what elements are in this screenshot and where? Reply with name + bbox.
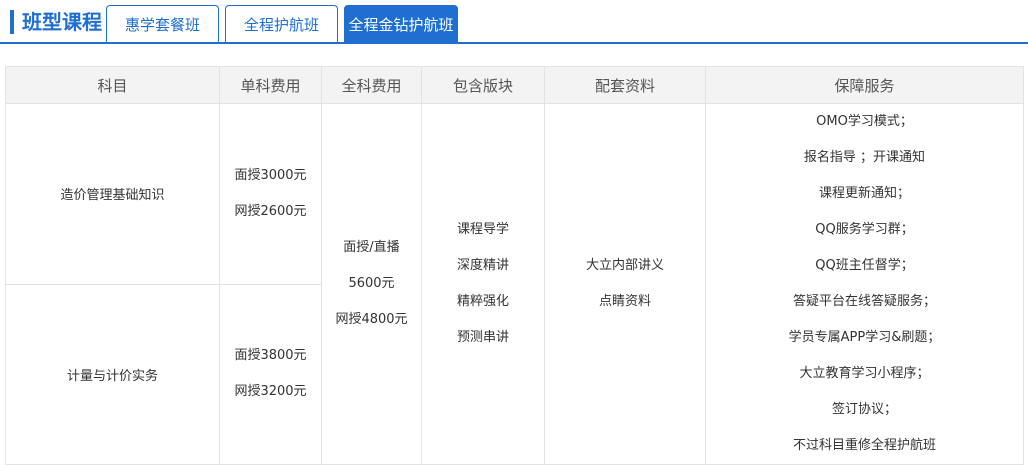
module-item: 课程导学 bbox=[456, 222, 509, 237]
services-cell: OMO学习模式； 报名指导 ；开课通知 课程更新通知； QQ服务学习群； QQ班… bbox=[705, 103, 1024, 465]
col-header-all-fee: 全科费用 bbox=[321, 66, 422, 104]
service-item: 课程更新通知； bbox=[818, 186, 910, 201]
service-item: QQ服务学习群； bbox=[815, 222, 914, 237]
section-title: 班型课程 bbox=[22, 10, 102, 34]
header-underline bbox=[0, 42, 1028, 44]
subject-name: 计量与计价实务 bbox=[66, 368, 158, 384]
all-fee-mode: 面授/直播 bbox=[343, 240, 400, 255]
single-fee-cell: 面授3000元 网授2600元 bbox=[219, 103, 322, 285]
col-header-single-fee: 单科费用 bbox=[219, 66, 322, 104]
service-item: QQ班主任督学； bbox=[815, 258, 914, 273]
course-table: 科目 单科费用 全科费用 包含版块 配套资料 保障服务 造价管理基础知识 面授3… bbox=[5, 66, 1024, 465]
single-fee-cell: 面授3800元 网授3200元 bbox=[219, 283, 322, 465]
fee-online: 网授2600元 bbox=[234, 203, 307, 219]
tab-jinzuan-huhang[interactable]: 全程金钻护航班 bbox=[344, 5, 458, 42]
subject-name: 造价管理基础知识 bbox=[60, 188, 165, 204]
subject-cell: 计量与计价实务 bbox=[5, 283, 220, 465]
service-item: 不过科目重修全程护航班 bbox=[792, 438, 936, 453]
material-item: 大立内部讲义 bbox=[585, 258, 664, 273]
module-item: 预测串讲 bbox=[456, 330, 509, 345]
all-fee-cell: 面授/直播 5600元 网授4800元 bbox=[321, 103, 422, 465]
all-fee-price: 5600元 bbox=[348, 276, 395, 291]
service-item: 报名指导 ；开课通知 bbox=[803, 150, 926, 165]
col-header-subject: 科目 bbox=[5, 66, 220, 104]
fee-face: 面授3800元 bbox=[234, 348, 307, 364]
course-header: 班型课程 惠学套餐班 全程护航班 全程金钻护航班 bbox=[0, 0, 1028, 46]
col-header-materials: 配套资料 bbox=[544, 66, 706, 104]
class-type-tabs: 惠学套餐班 全程护航班 全程金钻护航班 bbox=[106, 5, 458, 43]
materials-cell: 大立内部讲义 点睛资料 bbox=[544, 103, 706, 465]
fee-face: 面授3000元 bbox=[234, 167, 307, 183]
table-row: 造价管理基础知识 面授3000元 网授2600元 面授/直播 5600元 网授4… bbox=[5, 103, 1024, 465]
title-accent-bar bbox=[10, 10, 14, 34]
fee-online: 网授3200元 bbox=[234, 384, 307, 400]
service-item: 签订协议； bbox=[831, 402, 897, 417]
col-header-services: 保障服务 bbox=[705, 66, 1024, 104]
module-item: 深度精讲 bbox=[456, 258, 509, 273]
service-item: OMO学习模式； bbox=[816, 114, 913, 129]
tab-quancheng-huhang[interactable]: 全程护航班 bbox=[225, 5, 338, 42]
service-item: 大立教育学习小程序； bbox=[799, 366, 930, 381]
col-header-modules: 包含版块 bbox=[421, 66, 545, 104]
tab-huixue-package[interactable]: 惠学套餐班 bbox=[106, 5, 219, 42]
table-header-row: 科目 单科费用 全科费用 包含版块 配套资料 保障服务 bbox=[5, 66, 1024, 104]
modules-cell: 课程导学 深度精讲 精粹强化 预测串讲 bbox=[421, 103, 545, 465]
material-item: 点睛资料 bbox=[598, 294, 651, 309]
service-item: 答疑平台在线答疑服务； bbox=[792, 294, 936, 309]
service-item: 学员专属APP学习&刷题； bbox=[788, 330, 941, 345]
subject-cell: 造价管理基础知识 bbox=[5, 103, 220, 285]
module-item: 精粹强化 bbox=[456, 294, 509, 309]
all-fee-online: 网授4800元 bbox=[335, 312, 408, 327]
